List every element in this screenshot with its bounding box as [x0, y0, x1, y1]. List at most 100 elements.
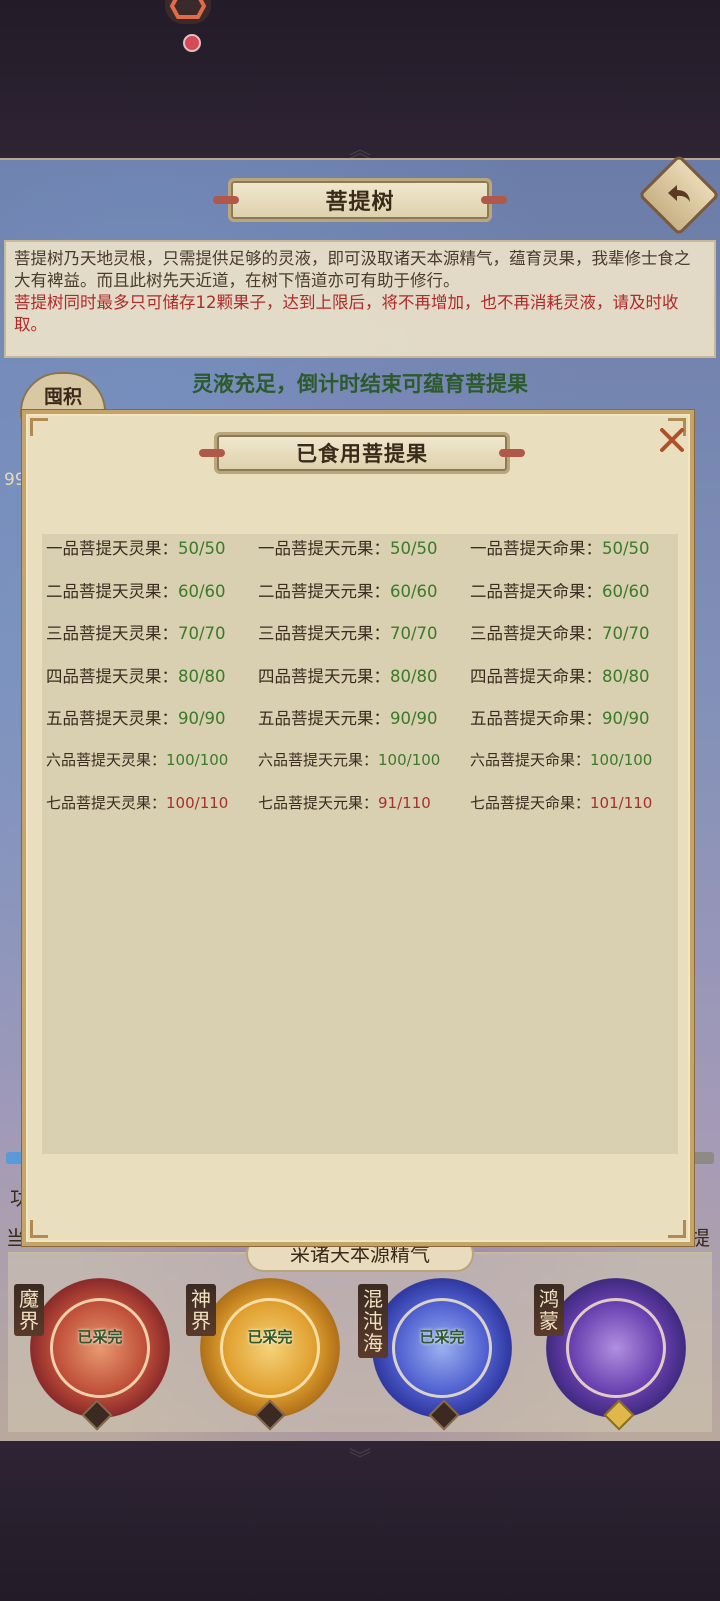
fruit-row: 二品菩提天灵果：60/60 二品菩提天元果：60/60 二品菩提天命果：60/60: [46, 569, 686, 612]
fruit-label: 七品菩提天灵果：: [46, 793, 167, 812]
fruit-label: 五品菩提天灵果：: [46, 709, 178, 729]
fruit-entry: 五品菩提天命果：90/90: [470, 705, 682, 729]
fruit-grid: 一品菩提天灵果：50/50 一品菩提天元果：50/50 一品菩提天命果：50/50 二…: [46, 526, 686, 824]
fruit-label: 三品菩提天灵果：: [46, 624, 178, 644]
event-icon[interactable]: [165, 0, 211, 24]
fruit-row: 六品菩提天灵果：100/100 六品菩提天元果：100/100 六品菩提天命果：10…: [46, 739, 686, 782]
close-button[interactable]: [652, 420, 692, 460]
fruit-count: 91/110: [378, 793, 431, 812]
fruit-entry: 一品菩提天命果：50/50: [470, 535, 682, 559]
fruit-count: 70/70: [602, 624, 650, 644]
orb-ring: [566, 1298, 666, 1398]
orb-ring: [220, 1298, 320, 1398]
corner-ornament: [30, 418, 48, 436]
fruit-label: 四品菩提天元果：: [258, 666, 390, 686]
orb-ring: [392, 1298, 492, 1398]
fruit-count: 90/90: [178, 709, 226, 729]
fruit-row: 一品菩提天灵果：50/50 一品菩提天元果：50/50 一品菩提天命果：50/50: [46, 526, 686, 569]
modal-title-text: 已食用菩提果: [296, 442, 428, 466]
fruit-count: 90/90: [390, 709, 438, 729]
orb-status: 已采完: [77, 1328, 123, 1346]
fruit-count: 70/70: [390, 624, 438, 644]
fruit-count: 50/50: [602, 539, 650, 559]
corner-ornament: [668, 1220, 686, 1238]
orb-name-hundunhai: 混沌海: [358, 1284, 388, 1358]
fruit-entry: 一品菩提天灵果：50/50: [46, 535, 258, 559]
fruit-entry: 六品菩提天元果：100/100: [258, 749, 470, 770]
fruit-label: 六品菩提天命果：: [470, 751, 591, 770]
fruit-row: 五品菩提天灵果：90/90 五品菩提天元果：90/90 五品菩提天命果：90/90: [46, 696, 686, 739]
status-text: 灵液充足，倒计时结束可蕴育菩提果: [192, 372, 528, 396]
fruit-label: 二品菩提天命果：: [470, 581, 602, 601]
orb-name-hongmeng: 鸿蒙: [534, 1284, 564, 1336]
fruit-label: 二品菩提天灵果：: [46, 581, 178, 601]
eaten-fruits-modal: 已食用菩提果 一品菩提天灵果：50/50 一品菩提天元果：50/50 一品菩提天命果…: [22, 410, 694, 1246]
fruit-count: 90/90: [602, 709, 650, 729]
orb-status: 已采完: [419, 1328, 465, 1346]
fruit-entry: 二品菩提天命果：60/60: [470, 578, 682, 602]
notification-dot: [183, 34, 201, 52]
fruit-row: 四品菩提天灵果：80/80 四品菩提天元果：80/80 四品菩提天命果：80/80: [46, 654, 686, 697]
description-box: 菩提树乃天地灵根，只需提供足够的灵液，即可汲取诸天本源精气，蕴育灵果，我辈修士食…: [4, 240, 716, 358]
fruit-entry: 六品菩提天灵果：100/100: [46, 749, 258, 770]
fruit-label: 四品菩提天命果：: [470, 666, 602, 686]
fruit-entry: 四品菩提天命果：80/80: [470, 663, 682, 687]
fruit-entry: 四品菩提天元果：80/80: [258, 663, 470, 687]
fruit-count: 100/100: [378, 751, 441, 770]
fruit-entry: 四品菩提天灵果：80/80: [46, 663, 258, 687]
page-title-text: 菩提树: [325, 190, 395, 215]
fruit-label: 一品菩提天灵果：: [46, 539, 178, 559]
fruit-entry: 五品菩提天元果：90/90: [258, 705, 470, 729]
ornament-icon: ︽: [348, 138, 371, 163]
fruit-entry: 七品菩提天灵果：100/110: [46, 792, 258, 813]
fruit-row: 三品菩提天灵果：70/70 三品菩提天元果：70/70 三品菩提天命果：70/70: [46, 611, 686, 654]
fruit-label: 三品菩提天元果：: [258, 624, 390, 644]
fruit-label: 四品菩提天灵果：: [46, 666, 178, 686]
fruit-label: 六品菩提天灵果：: [46, 751, 167, 770]
description-text: 菩提树乃天地灵根，只需提供足够的灵液，即可汲取诸天本源精气，蕴育灵果，我辈修士食…: [14, 249, 691, 290]
fruit-entry: 七品菩提天命果：101/110: [470, 792, 682, 813]
page-title: 菩提树: [213, 178, 507, 222]
fruit-count: 80/80: [390, 666, 438, 686]
realm-orb-mojie[interactable]: 已采完: [30, 1278, 170, 1418]
modal-title: 已食用菩提果: [199, 432, 525, 474]
fruit-label: 五品菩提天元果：: [258, 709, 390, 729]
realm-orb-shenjie[interactable]: 已采完: [200, 1278, 340, 1418]
fruit-count: 80/80: [602, 666, 650, 686]
corner-ornament: [30, 1220, 48, 1238]
orb-name-shenjie: 神界: [186, 1284, 216, 1336]
fruit-label: 五品菩提天命果：: [470, 709, 602, 729]
fruit-label: 六品菩提天元果：: [258, 751, 379, 770]
orb-name-mojie: 魔界: [14, 1284, 44, 1336]
fruit-row: 七品菩提天灵果：100/110 七品菩提天元果：91/110 七品菩提天命果：101…: [46, 781, 686, 824]
fruit-count: 60/60: [602, 581, 650, 601]
fruit-entry: 七品菩提天元果：91/110: [258, 792, 470, 813]
fruit-count: 50/50: [390, 539, 438, 559]
fruit-entry: 五品菩提天灵果：90/90: [46, 705, 258, 729]
fruit-count: 60/60: [178, 581, 226, 601]
storage-limit-notice: 菩提树同时最多只可储存12颗果子，达到上限后，将不再增加，也不再消耗灵液，请及时…: [14, 293, 679, 334]
fruit-label: 二品菩提天元果：: [258, 581, 390, 601]
realm-orb-hongmeng[interactable]: [546, 1278, 686, 1418]
fruit-entry: 二品菩提天灵果：60/60: [46, 578, 258, 602]
fruit-count: 100/100: [590, 751, 653, 770]
fruit-label: 七品菩提天命果：: [470, 793, 591, 812]
fruit-count: 70/70: [178, 624, 226, 644]
fruit-entry: 三品菩提天元果：70/70: [258, 620, 470, 644]
fruit-label: 一品菩提天命果：: [470, 539, 602, 559]
hexagon-logo-icon: [170, 0, 206, 19]
ornament-icon: ︾: [348, 1448, 371, 1473]
realm-orb-hundunhai[interactable]: 已采完: [372, 1278, 512, 1418]
fruit-entry: 三品菩提天命果：70/70: [470, 620, 682, 644]
back-arrow-icon: [668, 185, 690, 202]
fruit-count: 101/110: [590, 793, 653, 812]
fruit-label: 一品菩提天元果：: [258, 539, 390, 559]
fruit-label: 三品菩提天命果：: [470, 624, 602, 644]
fruit-label: 七品菩提天元果：: [258, 793, 379, 812]
fruit-entry: 二品菩提天元果：60/60: [258, 578, 470, 602]
close-icon: [660, 428, 684, 452]
fruit-entry: 三品菩提天灵果：70/70: [46, 620, 258, 644]
fruit-count: 80/80: [178, 666, 226, 686]
fruit-count: 100/100: [166, 751, 229, 770]
fruit-entry: 一品菩提天元果：50/50: [258, 535, 470, 559]
